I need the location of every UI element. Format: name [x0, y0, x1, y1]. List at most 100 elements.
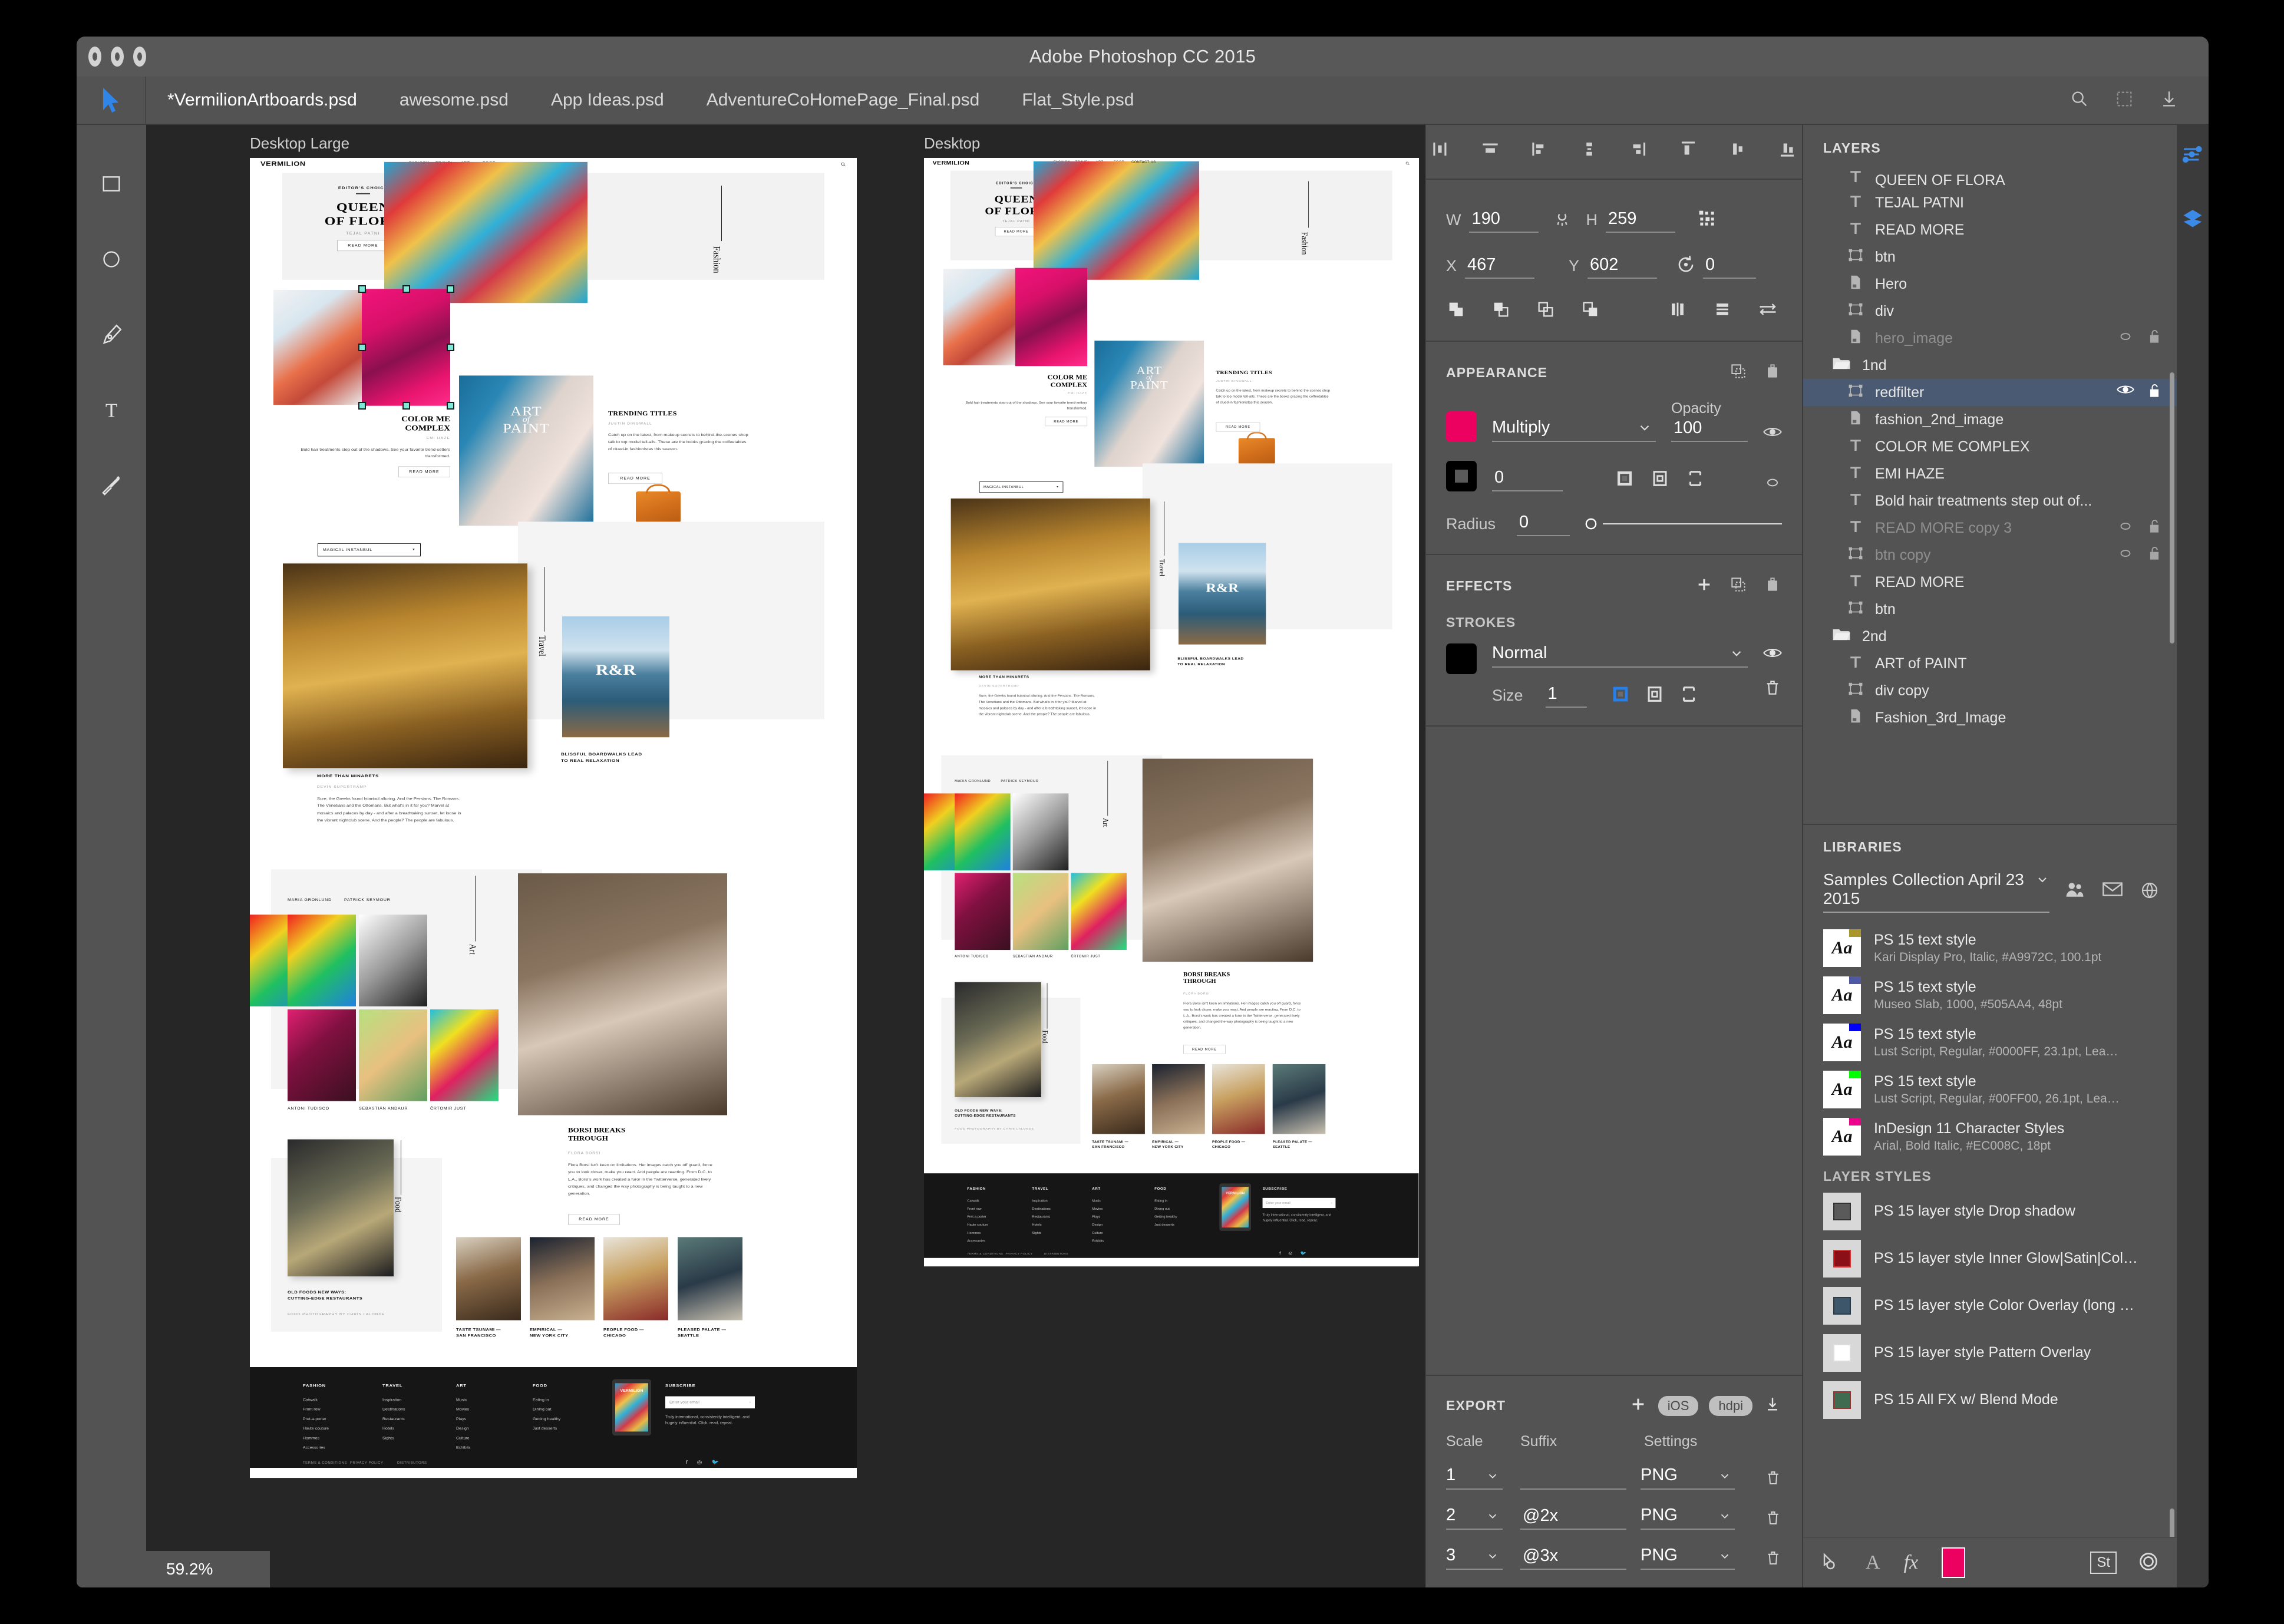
download-icon[interactable] — [2159, 89, 2179, 112]
add-text-icon[interactable]: A — [1866, 1552, 1880, 1574]
properties-sliders-icon[interactable] — [2182, 145, 2203, 167]
move-tool-icon[interactable] — [77, 77, 146, 124]
rectangle-tool-icon[interactable] — [94, 166, 129, 202]
footer-legal-2[interactable]: DISTRIBUTORS — [397, 1462, 427, 1465]
add-graphic-icon[interactable] — [1821, 1551, 1842, 1575]
library-layer-style-item[interactable]: PS 15 layer style Pattern Overlay — [1823, 1329, 2163, 1377]
trash-icon[interactable] — [1764, 1509, 1782, 1530]
layer-row-bold-hair-treatments-step-out-of[interactable]: Bold hair treatments step out of... — [1803, 487, 2177, 514]
library-layer-style-item[interactable]: PS 15 All FX w/ Blend Mode — [1823, 1377, 2163, 1424]
layers-stack-icon[interactable] — [2181, 208, 2204, 231]
footer-legal-0[interactable]: TERMS & CONDITIONS — [303, 1462, 347, 1465]
radius-input[interactable]: 0 — [1517, 511, 1570, 536]
eye-off-icon[interactable] — [2117, 546, 2134, 565]
footer-legal-1[interactable]: PRIVACY POLICY — [350, 1462, 383, 1465]
borsi-read-more-button[interactable]: READ MORE — [568, 1214, 620, 1225]
unlock-icon[interactable] — [2147, 329, 2161, 348]
delete-icon[interactable] — [1763, 362, 1782, 384]
footer-link-1-2[interactable]: Restaurants — [1032, 1216, 1050, 1219]
footer-link-1-1[interactable]: Destinations — [1032, 1207, 1050, 1210]
footer-link-2-2[interactable]: Plays — [1092, 1216, 1100, 1219]
search-icon[interactable] — [840, 160, 846, 169]
intersect-shapes-icon[interactable] — [1536, 299, 1556, 322]
rotation-input[interactable]: 0 — [1703, 254, 1757, 279]
layer-visibility-lock[interactable] — [2117, 546, 2177, 565]
facebook-icon[interactable]: f — [686, 1460, 688, 1465]
layer-list[interactable]: QUEEN OF FLORA TEJAL PATNI READ MORE btn Her… — [1803, 169, 2177, 731]
search-icon[interactable] — [1405, 160, 1410, 168]
swap-icon[interactable] — [1757, 299, 1778, 323]
footer-link-0-1[interactable]: Front row — [967, 1207, 981, 1210]
footer-link-3-0[interactable]: Eating in — [533, 1398, 549, 1402]
stroke-color-swatch[interactable] — [1446, 461, 1477, 491]
email-input[interactable]: Enter your email › — [1262, 1197, 1336, 1209]
layer-row-div[interactable]: div — [1803, 298, 2177, 325]
collaborate-icon[interactable] — [2065, 881, 2085, 903]
footer-link-0-4[interactable]: Hommes — [303, 1437, 319, 1440]
export-settings-3[interactable]: PNG — [1641, 1546, 1735, 1570]
stroke-align-outside-icon[interactable] — [1685, 468, 1705, 491]
duplicate-icon[interactable] — [1729, 362, 1748, 384]
footer-legal-2[interactable]: DISTRIBUTORS — [1044, 1253, 1068, 1255]
footer-link-0-4[interactable]: Hommes — [967, 1232, 981, 1234]
transform-handle[interactable] — [358, 344, 366, 351]
footer-link-2-0[interactable]: Music — [456, 1398, 467, 1402]
y-input[interactable]: 602 — [1587, 254, 1658, 279]
stroke-align-center-icon[interactable] — [1615, 468, 1635, 491]
artboard-label-desktop-large[interactable]: Desktop Large — [250, 134, 349, 153]
mail-icon[interactable] — [2103, 881, 2123, 903]
unlock-icon[interactable] — [2147, 383, 2161, 402]
unlock-icon[interactable] — [2147, 519, 2161, 538]
pen-tool-icon[interactable] — [94, 317, 129, 352]
footer-social[interactable]: f ◎ 🐦 — [686, 1460, 719, 1465]
delete-icon[interactable] — [1763, 575, 1782, 597]
stock-icon[interactable]: St — [2090, 1552, 2117, 1574]
export-scale-1[interactable]: 1 — [1446, 1465, 1503, 1490]
footer-link-1-0[interactable]: Inspiration — [1032, 1200, 1047, 1203]
footer-link-0-3[interactable]: Haute couture — [967, 1224, 988, 1227]
layer-row-hero[interactable]: Hero — [1803, 270, 2177, 298]
nav-item-contact-us[interactable]: CONTACT US — [1131, 161, 1156, 164]
stroke-align-outside-icon[interactable] — [1679, 684, 1699, 707]
export-settings-1[interactable]: PNG — [1641, 1465, 1735, 1490]
transform-handle[interactable] — [358, 285, 366, 293]
facebook-icon[interactable]: f — [1279, 1251, 1280, 1256]
footer-link-1-2[interactable]: Restaurants — [382, 1418, 405, 1421]
layer-row-queen-of-flora[interactable]: QUEEN OF FLORA — [1803, 169, 2177, 189]
ellipse-tool-icon[interactable] — [94, 242, 129, 277]
tab-app-ideas[interactable]: App Ideas.psd — [530, 76, 685, 124]
chevron-down-icon[interactable] — [2035, 873, 2049, 890]
layer-row-hero-image[interactable]: hero_image — [1803, 325, 2177, 352]
tab-flat-style[interactable]: Flat_Style.psd — [1001, 76, 1155, 124]
creative-cloud-icon[interactable] — [2138, 1551, 2159, 1575]
footer-link-3-3[interactable]: Just desserts — [1154, 1224, 1174, 1227]
width-input[interactable]: 190 — [1469, 208, 1539, 233]
layer-row-fashion-2nd-image[interactable]: fashion_2nd_image — [1803, 406, 2177, 433]
export-suffix-3[interactable]: @3x — [1520, 1545, 1626, 1570]
hero-read-more-button[interactable]: READ MORE — [337, 240, 389, 252]
type-tool-icon[interactable]: T — [94, 392, 129, 428]
stroke-align-inside-icon[interactable] — [1650, 468, 1670, 491]
eye-icon[interactable] — [1763, 646, 1782, 663]
footer-link-2-5[interactable]: Exhibits — [456, 1446, 471, 1450]
trash-icon[interactable] — [1764, 1469, 1782, 1490]
transform-handle[interactable] — [447, 285, 454, 293]
layer-row-1nd[interactable]: 1nd — [1803, 352, 2177, 379]
fill-color-swatch[interactable] — [1446, 411, 1477, 442]
footer-legal-1[interactable]: PRIVACY POLICY — [1006, 1253, 1033, 1255]
size-input[interactable]: 1 — [1545, 683, 1587, 708]
library-layer-style-item[interactable]: PS 15 layer style Drop shadow — [1823, 1188, 2163, 1235]
boolean-ops-row[interactable] — [1446, 299, 1782, 323]
footer-social[interactable]: f ◎ 🐦 — [1279, 1251, 1306, 1256]
duplicate-icon[interactable] — [1729, 575, 1748, 597]
twitter-icon[interactable]: 🐦 — [1301, 1251, 1306, 1256]
layer-row-tejal-patni[interactable]: TEJAL PATNI — [1803, 189, 2177, 216]
search-icon[interactable] — [2070, 89, 2090, 112]
twitter-icon[interactable]: 🐦 — [712, 1460, 719, 1465]
artboard-icon[interactable] — [2114, 89, 2134, 112]
layer-visibility-lock[interactable] — [2117, 383, 2177, 402]
export-suffix-2[interactable]: @2x — [1520, 1505, 1626, 1530]
trending-read-more-button[interactable]: READ MORE — [1216, 422, 1260, 432]
stroke-align-center-icon[interactable] — [1610, 684, 1631, 707]
flip-vertical-icon[interactable] — [1712, 299, 1732, 322]
